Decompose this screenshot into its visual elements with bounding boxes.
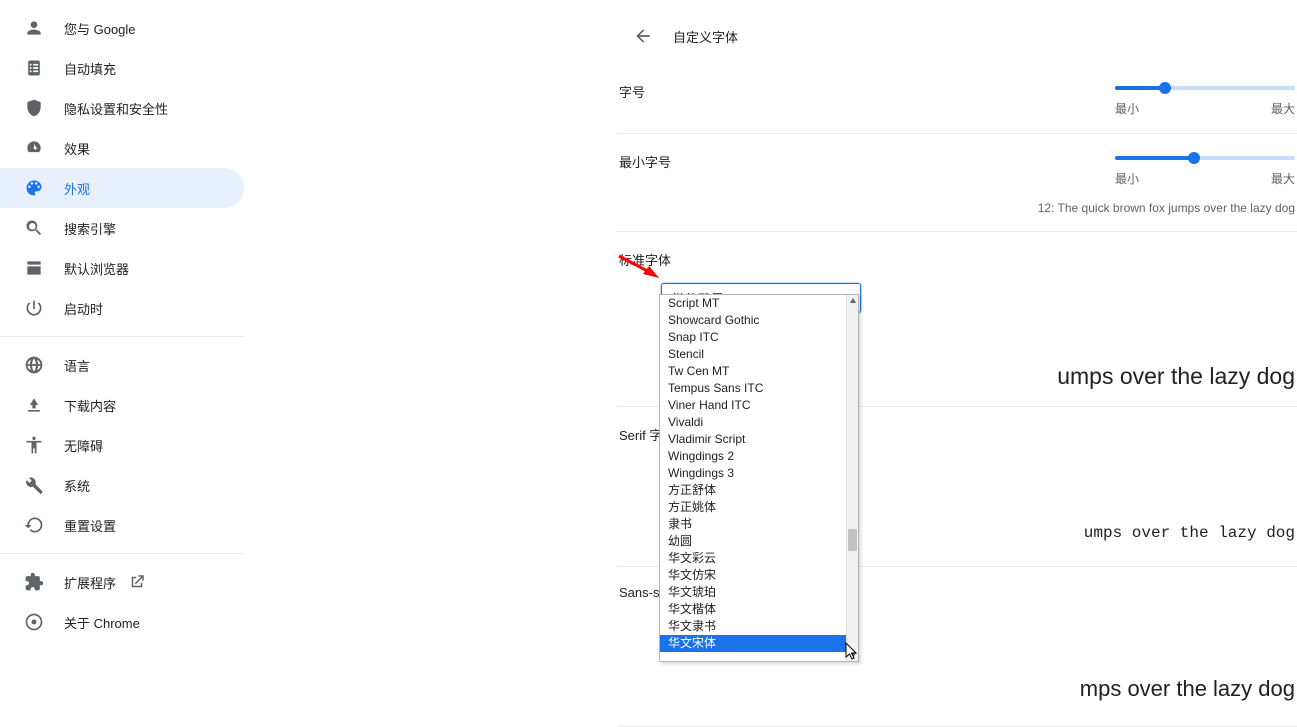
shield-icon xyxy=(24,98,44,118)
font-option[interactable]: 华文琥珀 xyxy=(660,584,846,601)
font-option[interactable]: Viner Hand ITC xyxy=(660,397,846,414)
font-option[interactable]: Wingdings 3 xyxy=(660,465,846,482)
scroll-up-icon[interactable] xyxy=(847,295,858,307)
chrome-icon xyxy=(24,612,44,632)
page-title: 自定义字体 xyxy=(673,27,738,46)
wrench-icon xyxy=(24,475,44,495)
sidebar-item-label: 扩展程序 xyxy=(64,573,116,592)
page-header: 自定义字体 xyxy=(617,8,1297,64)
power-icon xyxy=(24,298,44,318)
font-option[interactable]: 隶书 xyxy=(660,516,846,533)
font-option[interactable]: Script MT xyxy=(660,295,846,312)
sidebar-item-privacy[interactable]: 隐私设置和安全性 xyxy=(0,88,244,128)
font-option[interactable]: 方正姚体 xyxy=(660,499,846,516)
font-option[interactable]: Tw Cen MT xyxy=(660,363,846,380)
font-size-section: 字号 最小 最大 xyxy=(617,64,1297,134)
sidebar-item-appearance[interactable]: 外观 xyxy=(0,168,244,208)
sidebar-item-label: 系统 xyxy=(64,476,90,495)
sidebar-item-languages[interactable]: 语言 xyxy=(0,345,244,385)
sans-serif-font-preview: mps over the lazy dog xyxy=(619,676,1295,702)
font-option[interactable]: 华文仿宋 xyxy=(660,567,846,584)
sidebar-item-autofill[interactable]: 自动填充 xyxy=(0,48,244,88)
min-font-preview: 12: The quick brown fox jumps over the l… xyxy=(619,201,1295,215)
sidebar-item-label: 搜索引擎 xyxy=(64,219,116,238)
min-font-size-label: 最小字号 xyxy=(619,152,671,171)
sidebar-item-label: 关于 Chrome xyxy=(64,613,140,632)
dropdown-scrollbar[interactable] xyxy=(846,295,858,661)
font-option[interactable]: Wingdings 2 xyxy=(660,448,846,465)
sidebar-item-label: 您与 Google xyxy=(64,19,136,38)
sidebar-item-label: 隐私设置和安全性 xyxy=(64,99,168,118)
arrow-back-icon xyxy=(633,26,653,46)
standard-font-section: 标准字体 微软雅黑 Script MTShowcard GothicSnap I… xyxy=(617,232,1297,407)
sidebar-item-system[interactable]: 系统 xyxy=(0,465,244,505)
sidebar-item-default-browser[interactable]: 默认浏览器 xyxy=(0,248,244,288)
slider-max-label: 最大 xyxy=(1271,170,1295,187)
slider-min-label: 最小 xyxy=(1115,170,1139,187)
sidebar-item-search-engine[interactable]: 搜索引擎 xyxy=(0,208,244,248)
back-button[interactable] xyxy=(625,18,661,54)
sidebar-item-performance[interactable]: 效果 xyxy=(0,128,244,168)
standard-font-label: 标准字体 xyxy=(619,250,1295,269)
font-option[interactable]: Tempus Sans ITC xyxy=(660,380,846,397)
download-icon xyxy=(24,395,44,415)
font-option[interactable]: 华文隶书 xyxy=(660,618,846,635)
font-option[interactable]: 华文彩云 xyxy=(660,550,846,567)
slider-thumb[interactable] xyxy=(1159,82,1171,94)
sidebar-item-label: 效果 xyxy=(64,139,90,158)
sidebar-item-label: 语言 xyxy=(64,356,90,375)
font-option[interactable]: 华文宋体 xyxy=(660,635,846,652)
sidebar-item-downloads[interactable]: 下载内容 xyxy=(0,385,244,425)
accessibility-icon xyxy=(24,435,44,455)
sidebar-item-extensions[interactable]: 扩展程序 xyxy=(0,562,244,602)
sidebar-item-reset[interactable]: 重置设置 xyxy=(0,505,244,545)
palette-icon xyxy=(24,178,44,198)
browser-icon xyxy=(24,258,44,278)
slider-max-label: 最大 xyxy=(1271,100,1295,117)
sidebar-item-label: 外观 xyxy=(64,179,90,198)
search-icon xyxy=(24,218,44,238)
font-option[interactable]: Showcard Gothic xyxy=(660,312,846,329)
sidebar-item-label: 默认浏览器 xyxy=(64,259,129,278)
extension-icon xyxy=(24,572,44,592)
font-option[interactable]: Vivaldi xyxy=(660,414,846,431)
settings-sidebar: 您与 Google 自动填充 隐私设置和安全性 效果 外观 xyxy=(0,0,256,700)
sidebar-item-on-startup[interactable]: 启动时 xyxy=(0,288,244,328)
main-content: 自定义字体 字号 最小 最大 最小字号 xyxy=(617,0,1297,700)
font-option[interactable]: Stencil xyxy=(660,346,846,363)
font-size-slider[interactable] xyxy=(1115,86,1295,90)
scrollbar-thumb[interactable] xyxy=(848,529,857,551)
scroll-down-icon[interactable] xyxy=(847,649,858,661)
min-font-size-slider[interactable] xyxy=(1115,156,1295,160)
sidebar-item-label: 下载内容 xyxy=(64,396,116,415)
font-size-label: 字号 xyxy=(619,82,645,101)
sidebar-item-you-and-google[interactable]: 您与 Google xyxy=(0,8,244,48)
sidebar-item-about-chrome[interactable]: 关于 Chrome xyxy=(0,602,244,642)
font-dropdown[interactable]: Script MTShowcard GothicSnap ITCStencilT… xyxy=(659,294,859,662)
open-in-new-icon xyxy=(128,573,146,591)
slider-thumb[interactable] xyxy=(1188,152,1200,164)
sidebar-item-label: 无障碍 xyxy=(64,436,103,455)
sidebar-divider xyxy=(0,553,244,554)
restore-icon xyxy=(24,515,44,535)
sidebar-item-accessibility[interactable]: 无障碍 xyxy=(0,425,244,465)
assignment-icon xyxy=(24,58,44,78)
font-option[interactable]: 幼圆 xyxy=(660,533,846,550)
sidebar-item-label: 重置设置 xyxy=(64,516,116,535)
min-font-size-section: 最小字号 最小 最大 12: The quick brown fox jumps… xyxy=(617,134,1297,232)
sidebar-item-label: 启动时 xyxy=(64,299,103,318)
globe-icon xyxy=(24,355,44,375)
font-option[interactable]: Snap ITC xyxy=(660,329,846,346)
font-option[interactable]: 华文楷体 xyxy=(660,601,846,618)
font-option[interactable]: 方正舒体 xyxy=(660,482,846,499)
sidebar-item-label: 自动填充 xyxy=(64,59,116,78)
speed-icon xyxy=(24,138,44,158)
person-icon xyxy=(24,18,44,38)
slider-min-label: 最小 xyxy=(1115,100,1139,117)
sidebar-divider xyxy=(0,336,244,337)
font-option[interactable]: Vladimir Script xyxy=(660,431,846,448)
